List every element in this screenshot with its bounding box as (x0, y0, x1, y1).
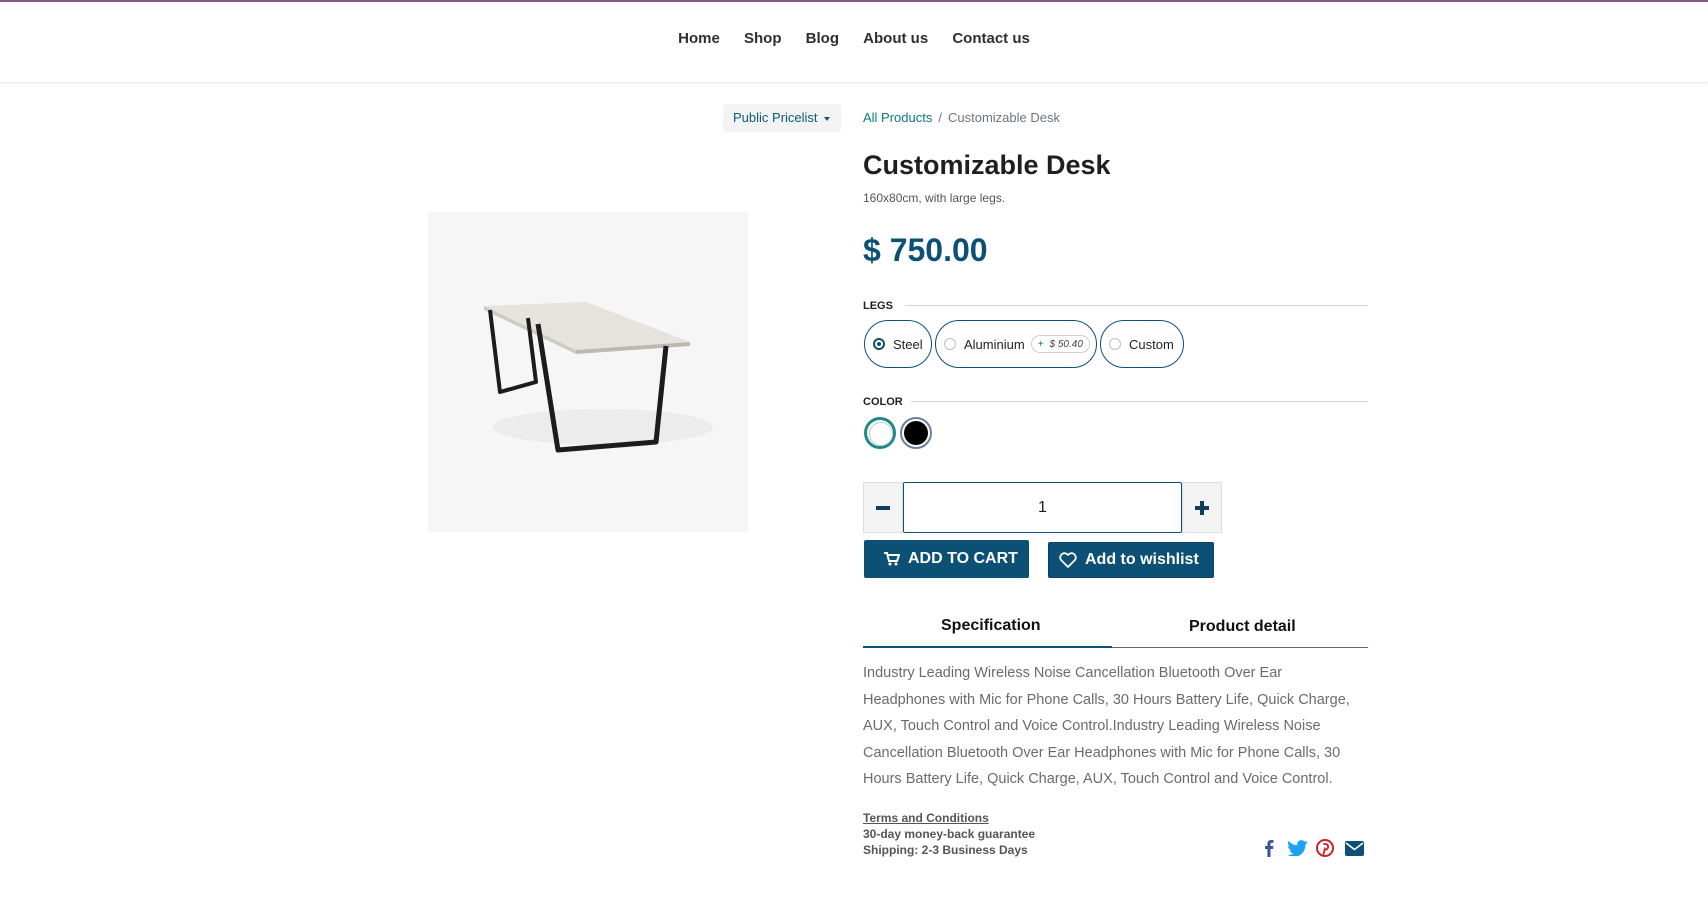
radio-unselected-icon (944, 338, 956, 350)
legs-option-custom[interactable]: Custom (1100, 320, 1184, 368)
breadcrumb: All Products / Customizable Desk (863, 110, 1060, 125)
nav-home[interactable]: Home (678, 30, 720, 47)
caret-down-icon (823, 116, 830, 121)
nav-blog[interactable]: Blog (806, 30, 839, 47)
product-image[interactable] (428, 212, 748, 532)
radio-unselected-icon (1109, 338, 1121, 350)
terms-block: Terms and Conditions 30-day money-back g… (863, 810, 1035, 858)
add-to-wishlist-button[interactable]: Add to wishlist (1048, 542, 1214, 578)
shipping-text: Shipping: 2-3 Business Days (863, 843, 1028, 857)
tab-specification[interactable]: Specification (941, 617, 1041, 635)
specification-text: Industry Leading Wireless Noise Cancella… (863, 665, 1350, 787)
tab-product-detail[interactable]: Product detail (1189, 618, 1296, 636)
plus-icon (1195, 500, 1209, 515)
breadcrumb-separator: / (938, 110, 942, 125)
add-to-cart-label: ADD TO CART (908, 550, 1018, 567)
product-title: Customizable Desk (863, 150, 1111, 180)
breadcrumb-all-products[interactable]: All Products (863, 110, 932, 125)
facebook-icon (1265, 840, 1274, 857)
price-extra-value: $ 50.40 (1049, 338, 1083, 350)
desk-illustration (428, 212, 748, 532)
main-nav: Home Shop Blog About us Contact us (0, 30, 1708, 47)
quantity-input[interactable] (903, 482, 1182, 533)
pinterest-share-button[interactable] (1315, 838, 1335, 858)
legs-option-label: Aluminium (964, 336, 1025, 352)
breadcrumb-current: Customizable Desk (948, 110, 1060, 125)
radio-selected-icon (873, 338, 885, 350)
email-share-button[interactable] (1344, 838, 1364, 858)
site-header: Home Shop Blog About us Contact us (0, 2, 1708, 83)
color-attribute-title: COLOR (863, 396, 903, 408)
color-swatch-black[interactable] (900, 417, 932, 449)
active-tab-indicator (863, 646, 1112, 648)
twitter-share-button[interactable] (1287, 838, 1309, 858)
minus-icon (876, 505, 890, 510)
legs-option-label: Steel (893, 336, 923, 352)
pricelist-label: Public Pricelist (733, 110, 818, 125)
price-extra-badge: + $ 50.40 (1030, 335, 1090, 353)
legs-option-aluminium[interactable]: Aluminium + $ 50.40 (935, 320, 1097, 368)
quantity-decrease-button[interactable] (863, 482, 903, 533)
legs-option-steel[interactable]: Steel (864, 320, 932, 368)
legs-divider (905, 305, 1368, 306)
twitter-icon (1288, 840, 1308, 856)
guarantee-text: 30-day money-back guarantee (863, 827, 1036, 841)
legs-attribute-title: LEGS (863, 300, 893, 312)
nav-shop[interactable]: Shop (744, 30, 782, 47)
product-tabs: Specification Product detail (863, 605, 1368, 648)
terms-and-conditions-link[interactable]: Terms and Conditions (863, 810, 1035, 826)
product-price: $ 750.00 (863, 232, 988, 268)
product-description: 160x80cm, with large legs. (863, 191, 1006, 205)
pinterest-icon (1316, 839, 1334, 857)
add-to-cart-button[interactable]: ADD TO CART (864, 540, 1029, 578)
price-extra-sign: + (1037, 338, 1044, 350)
pricelist-dropdown[interactable]: Public Pricelist (723, 104, 841, 132)
cart-icon (884, 552, 900, 566)
facebook-share-button[interactable] (1262, 838, 1276, 858)
email-icon (1344, 840, 1364, 856)
legs-option-label: Custom (1129, 336, 1174, 352)
color-divider (911, 401, 1368, 402)
color-swatch-white[interactable] (864, 417, 896, 449)
nav-about-us[interactable]: About us (863, 30, 928, 47)
add-to-wishlist-label: Add to wishlist (1085, 551, 1199, 568)
quantity-increase-button[interactable] (1182, 482, 1222, 533)
nav-contact-us[interactable]: Contact us (952, 30, 1030, 47)
heart-icon (1059, 552, 1077, 568)
